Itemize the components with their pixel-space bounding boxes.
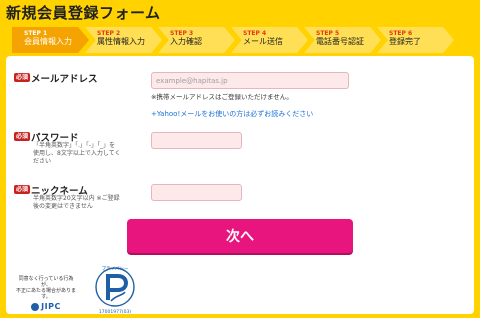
step-4: STEP 4 メール送信: [231, 27, 308, 53]
required-badge: 必須: [14, 132, 31, 141]
jipc-logo: JIPC: [15, 302, 77, 311]
step-number: STEP 1: [24, 30, 48, 37]
nickname-note-line: 半角英数字20文字以内 ※ご登録: [33, 195, 120, 202]
step-5: STEP 5 電話番号認証: [304, 27, 381, 53]
password-note-line: ださい: [33, 158, 52, 165]
step-label: 登録完了: [389, 37, 421, 46]
step-number: STEP 5: [316, 30, 340, 37]
password-note: 「半角英数字」「.」「-」「_」を 使用し、8文字以上で入力してく ださい: [33, 142, 120, 166]
nickname-note-line: 後の変更はできません: [33, 203, 93, 210]
registration-form: 必須 メールアドレス ※携帯メールアドレスはご登録いただけません。 +Yahoo…: [6, 56, 474, 315]
pmark-top-text: プライバシー: [102, 266, 129, 272]
jipc-logo-text: JIPC: [41, 302, 61, 311]
next-button[interactable]: 次へ: [127, 219, 353, 253]
progress-steps: STEP 1 会員情報入力 STEP 2 属性情報入力 STEP 3 入力確認 …: [12, 27, 474, 53]
jipc-notice: 同意なく行っている行為が、 不正にあたる場合があります。 JIPC: [15, 276, 77, 311]
step-number: STEP 2: [97, 30, 121, 37]
step-1: STEP 1 会員情報入力: [12, 27, 89, 53]
required-badge: 必須: [14, 185, 31, 194]
email-hint: ※携帯メールアドレスはご登録いただけません。: [151, 93, 293, 101]
jipc-text: 同意なく行っている行為が、 不正にあたる場合があります。: [15, 276, 77, 300]
nickname-note: 半角英数字20文字以内 ※ご登録 後の変更はできません: [33, 195, 120, 211]
step-number: STEP 6: [389, 30, 413, 37]
step-label: メール送信: [243, 37, 283, 46]
step-2: STEP 2 属性情報入力: [85, 27, 162, 53]
step-3: STEP 3 入力確認: [158, 27, 235, 53]
password-note-line: 「半角英数字」「.」「-」「_」を: [33, 142, 116, 149]
step-number: STEP 4: [243, 30, 267, 37]
yahoo-mail-link[interactable]: +Yahoo!メールをお使いの方は必ずお読みください: [151, 109, 313, 119]
step-number: STEP 3: [170, 30, 194, 37]
jipc-mark-icon: [31, 302, 40, 311]
page-title: 新規会員登録フォーム: [6, 4, 161, 22]
step-label: 属性情報入力: [97, 37, 145, 46]
nickname-input[interactable]: [151, 184, 242, 201]
jipc-text-line: 同意なく行っている行為が、: [18, 276, 74, 288]
step-label: 入力確認: [170, 37, 202, 46]
step-label: 電話番号認証: [316, 37, 364, 46]
step-6: STEP 6 登録完了: [377, 27, 454, 53]
password-input[interactable]: [151, 132, 242, 149]
privacy-mark-icon: プライバシー 17001977(03): [95, 266, 135, 315]
jipc-text-line: 不正にあたる場合があります。: [15, 288, 76, 300]
required-badge: 必須: [14, 73, 31, 82]
password-note-line: 使用し、8文字以上で入力してく: [33, 150, 121, 157]
email-input[interactable]: [151, 72, 349, 89]
step-label: 会員情報入力: [24, 37, 72, 46]
email-label: メールアドレス: [31, 74, 98, 85]
pmark-number: 17001977(03): [99, 309, 131, 315]
